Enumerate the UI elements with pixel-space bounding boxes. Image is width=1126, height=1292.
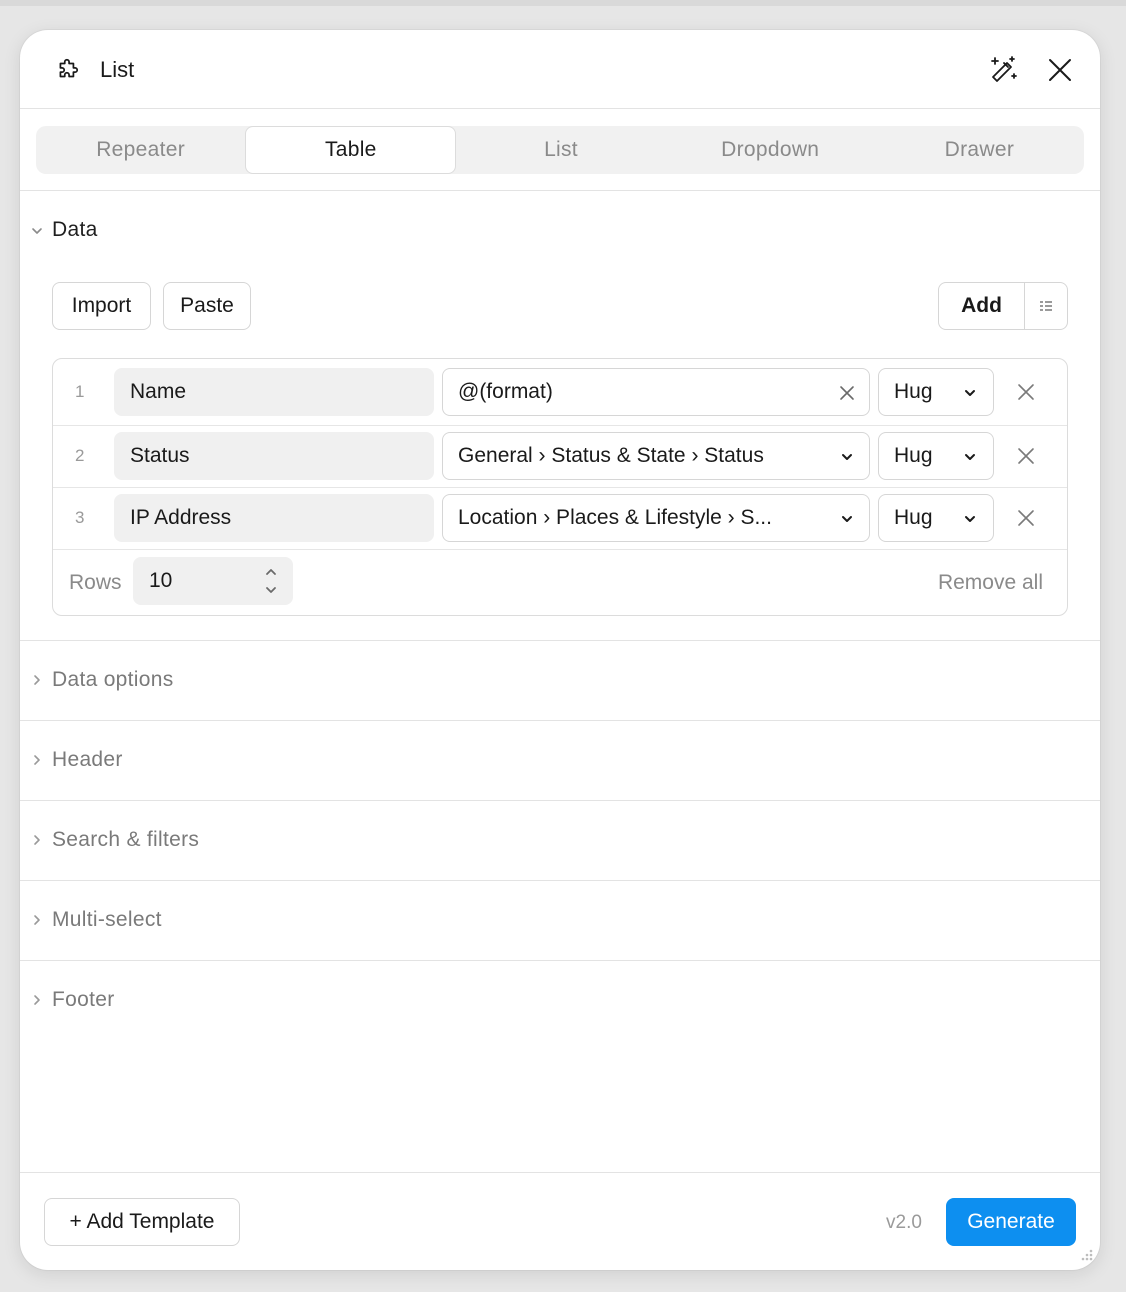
- chevron-right-icon: [34, 675, 40, 685]
- remove-all-button[interactable]: Remove all: [938, 571, 1043, 595]
- rows-count-stepper[interactable]: 10: [133, 557, 293, 605]
- tab-drawer[interactable]: Drawer: [875, 126, 1084, 174]
- chevron-down-icon: [32, 228, 42, 234]
- rows-label: Rows: [69, 571, 122, 594]
- section-header-label: Header: [52, 748, 123, 771]
- tab-bar: Repeater Table List Dropdown Drawer: [36, 126, 1084, 174]
- table-row: 1 Name @(format) Hug: [53, 359, 1067, 421]
- fields-table: 1 Name @(format) Hug 2 Status General › …: [52, 358, 1068, 616]
- remove-row-icon[interactable]: [1015, 445, 1037, 467]
- section-data-toggle[interactable]: Data: [20, 190, 1100, 270]
- add-options-button[interactable]: [1025, 283, 1067, 329]
- top-strip: [0, 0, 1126, 6]
- field-value-text: General › Status & State › Status: [458, 444, 764, 467]
- list-options-icon: [1040, 301, 1052, 311]
- field-value-select[interactable]: General › Status & State › Status: [442, 432, 870, 480]
- plugin-panel: List Repeater Table List Dropdown Drawer…: [20, 30, 1100, 1270]
- add-template-button[interactable]: + Add Template: [44, 1198, 240, 1246]
- add-button[interactable]: Add: [939, 283, 1025, 329]
- window-title: List: [100, 57, 135, 82]
- section-footer-label: Footer: [52, 988, 115, 1011]
- close-icon[interactable]: [1046, 56, 1074, 84]
- chevron-down-icon: [842, 454, 852, 460]
- remove-row-icon[interactable]: [1015, 381, 1037, 403]
- field-name-input[interactable]: IP Address: [114, 494, 434, 542]
- chevron-down-icon: [965, 390, 975, 396]
- size-select[interactable]: Hug: [878, 368, 994, 416]
- chevron-down-icon: [965, 516, 975, 522]
- title-bar: List: [20, 30, 1100, 109]
- version-label: v2.0: [886, 1212, 922, 1233]
- section-footer-toggle[interactable]: Footer: [20, 960, 1100, 1040]
- tab-list[interactable]: List: [456, 126, 665, 174]
- size-select-value: Hug: [894, 444, 933, 467]
- field-value-text: @(format): [458, 380, 553, 403]
- magic-wand-icon[interactable]: [987, 54, 1019, 86]
- field-value-select[interactable]: Location › Places & Lifestyle › S...: [442, 494, 870, 542]
- section-data-label: Data: [52, 218, 98, 241]
- section-multi-select-label: Multi-select: [52, 908, 162, 931]
- size-select-value: Hug: [894, 380, 933, 403]
- tab-dropdown[interactable]: Dropdown: [666, 126, 875, 174]
- plugin-icon: [59, 58, 79, 78]
- field-name-input[interactable]: Name: [114, 368, 434, 416]
- clear-icon[interactable]: [839, 385, 855, 401]
- chevron-right-icon: [34, 995, 40, 1005]
- row-number: 3: [75, 508, 85, 527]
- table-row: 2 Status General › Status & State › Stat…: [53, 425, 1067, 487]
- row-number: 1: [75, 382, 85, 401]
- row-number: 2: [75, 446, 85, 465]
- import-button[interactable]: Import: [52, 282, 151, 330]
- tab-repeater[interactable]: Repeater: [36, 126, 245, 174]
- size-select[interactable]: Hug: [878, 432, 994, 480]
- generate-button[interactable]: Generate: [946, 1198, 1076, 1246]
- chevron-right-icon: [34, 915, 40, 925]
- chevron-right-icon: [34, 835, 40, 845]
- size-select-value: Hug: [894, 506, 933, 529]
- chevron-down-icon: [842, 516, 852, 522]
- resize-handle-icon[interactable]: [1078, 1248, 1094, 1264]
- divider: [20, 1172, 1100, 1173]
- section-data-options-toggle[interactable]: Data options: [20, 640, 1100, 720]
- chevron-right-icon: [34, 755, 40, 765]
- remove-row-icon[interactable]: [1015, 507, 1037, 529]
- tab-table[interactable]: Table: [245, 126, 457, 174]
- section-search-filters-label: Search & filters: [52, 828, 200, 851]
- paste-button[interactable]: Paste: [163, 282, 251, 330]
- chevron-down-icon: [965, 454, 975, 460]
- section-search-filters-toggle[interactable]: Search & filters: [20, 800, 1100, 880]
- section-header-toggle[interactable]: Header: [20, 720, 1100, 800]
- table-row: 3 IP Address Location › Places & Lifesty…: [53, 487, 1067, 549]
- row-divider: [53, 549, 1067, 550]
- add-button-group: Add: [938, 282, 1068, 330]
- field-value-input[interactable]: @(format): [442, 368, 870, 416]
- rows-count-value: 10: [149, 569, 173, 592]
- field-name-input[interactable]: Status: [114, 432, 434, 480]
- section-data-options-label: Data options: [52, 668, 174, 691]
- field-value-text: Location › Places & Lifestyle › S...: [458, 506, 772, 529]
- section-multi-select-toggle[interactable]: Multi-select: [20, 880, 1100, 960]
- stepper-arrows-icon[interactable]: [263, 563, 279, 599]
- size-select[interactable]: Hug: [878, 494, 994, 542]
